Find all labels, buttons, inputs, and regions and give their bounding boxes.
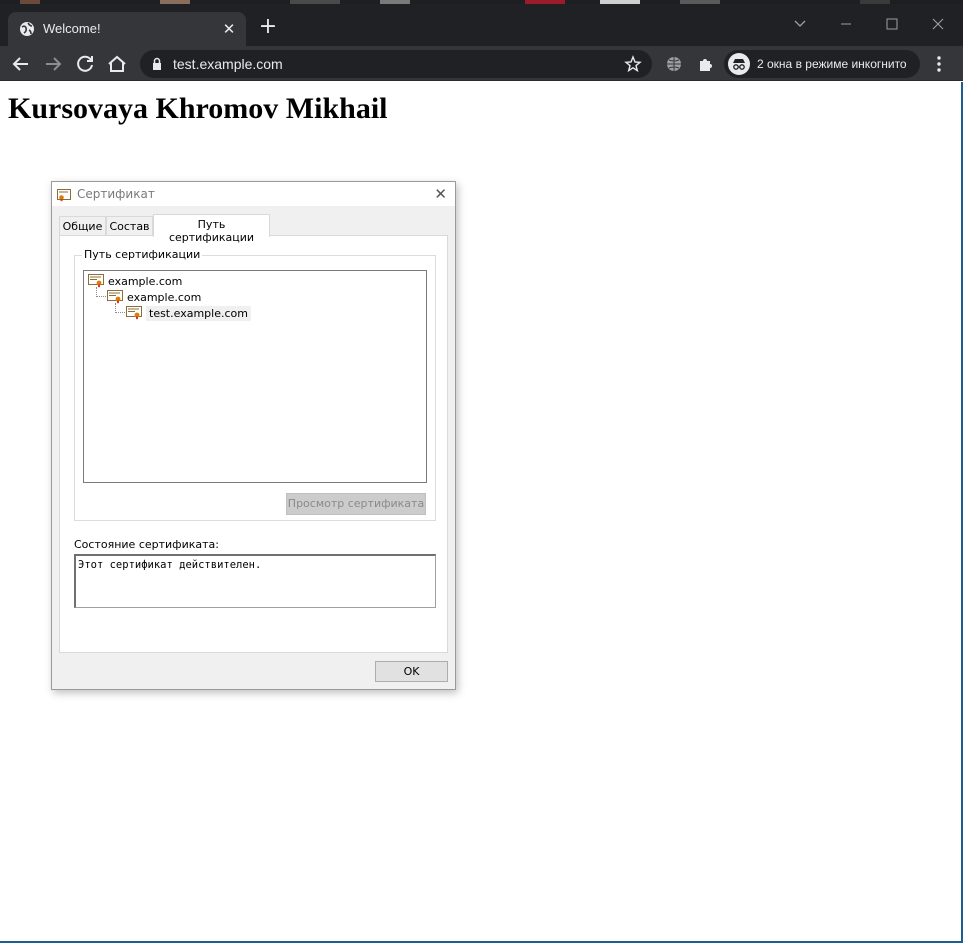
new-tab-button[interactable]: + — [256, 16, 280, 40]
certificate-icon — [107, 290, 123, 304]
chain-item-label: test.example.com — [146, 305, 251, 321]
tab-panel: Путь сертификации example.com example.co… — [59, 235, 448, 653]
reload-icon[interactable] — [73, 52, 97, 76]
certificate-icon — [126, 306, 142, 320]
dialog-close-icon[interactable]: ✕ — [434, 185, 447, 203]
tab-search-icon[interactable] — [785, 12, 815, 36]
chain-item-intermediate[interactable]: example.com — [107, 289, 201, 305]
view-certificate-button[interactable]: Просмотр сертификата — [286, 493, 426, 515]
chain-item-label: example.com — [108, 274, 183, 288]
dialog-title: Сертификат — [77, 187, 155, 201]
maximize-button[interactable] — [877, 12, 907, 36]
incognito-indicator[interactable]: 2 окна в режиме инкогнито — [724, 50, 920, 78]
page-heading: Kursovaya Khromov Mikhail — [8, 92, 388, 125]
forward-arrow-icon[interactable] — [41, 52, 65, 76]
lock-icon[interactable] — [152, 57, 162, 73]
certificate-status-label: Состояние сертификата: — [74, 538, 219, 551]
back-arrow-icon[interactable] — [9, 52, 33, 76]
translate-globe-icon[interactable] — [662, 52, 686, 76]
tab-general[interactable]: Общие — [59, 216, 106, 236]
browser-titlebar: Welcome! ✕ + — [0, 4, 963, 46]
browser-toolbar: test.example.com 2 окна в режиме инкогни… — [0, 46, 963, 81]
chain-item-label: example.com — [127, 290, 202, 304]
menu-kebab-icon[interactable] — [927, 52, 951, 76]
chain-item-root[interactable]: example.com — [88, 273, 182, 289]
web-page: Kursovaya Khromov Mikhail Сертификат ✕ О… — [0, 82, 963, 943]
home-icon[interactable] — [105, 52, 129, 76]
address-bar[interactable]: test.example.com — [140, 50, 652, 78]
certificate-status-box[interactable]: Этот сертификат действителен. — [74, 554, 436, 608]
certificate-dialog: Сертификат ✕ Общие Состав Путь сертифика… — [51, 181, 456, 690]
browser-tab[interactable]: Welcome! ✕ — [8, 12, 246, 46]
incognito-icon — [728, 53, 750, 75]
url-text: test.example.com — [173, 56, 283, 72]
tab-details[interactable]: Состав — [106, 216, 153, 236]
minimize-button[interactable] — [831, 12, 861, 36]
chain-item-leaf[interactable]: test.example.com — [126, 305, 251, 321]
extensions-puzzle-icon[interactable] — [694, 52, 718, 76]
close-window-button[interactable] — [923, 12, 953, 36]
certificate-icon — [57, 188, 71, 205]
globe-icon — [19, 21, 35, 37]
tab-title: Welcome! — [43, 21, 101, 36]
bookmark-star-icon[interactable] — [624, 55, 642, 76]
dialog-titlebar[interactable]: Сертификат ✕ — [52, 182, 455, 206]
tab-close-icon[interactable]: ✕ — [220, 20, 238, 38]
certification-path-group: Путь сертификации example.com example.co… — [74, 248, 436, 521]
incognito-label: 2 окна в режиме инкогнито — [757, 57, 907, 71]
tab-certification-path[interactable]: Путь сертификации — [153, 214, 270, 244]
certificate-icon — [88, 274, 104, 288]
certificate-chain-tree[interactable]: example.com example.com test.example.com — [83, 270, 427, 483]
group-label: Путь сертификации — [82, 248, 203, 261]
ok-button[interactable]: OK — [375, 661, 448, 682]
